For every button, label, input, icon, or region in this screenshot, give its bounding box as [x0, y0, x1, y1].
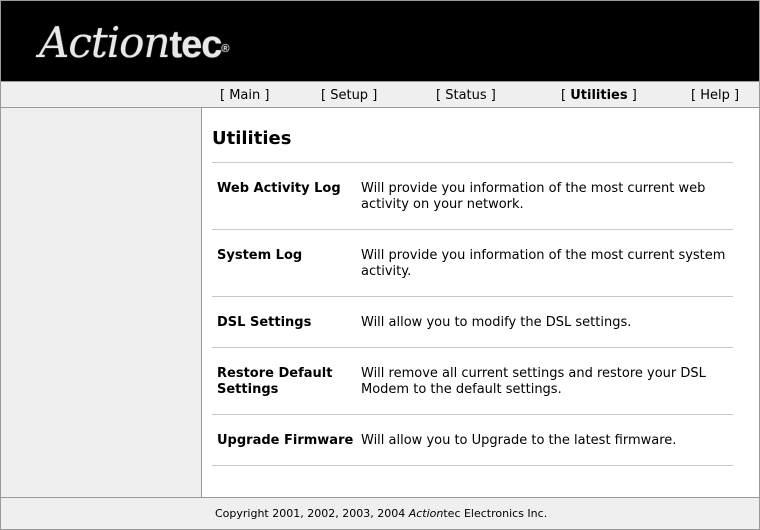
utility-description: Will provide you information of the most… [361, 181, 736, 213]
divider [212, 296, 733, 297]
restore-default-settings-link[interactable]: Restore Default Settings [217, 366, 357, 398]
upgrade-firmware-link[interactable]: Upgrade Firmware [217, 433, 357, 449]
top-nav: [ Main ] [ Setup ] [ Status ] [ Utilitie… [1, 81, 759, 108]
utility-description-line: Will remove all current settings and res… [361, 366, 706, 381]
utility-description-line: Will allow you to Upgrade to the latest … [361, 433, 677, 448]
nav-main-link[interactable]: [ Main ] [220, 88, 269, 103]
divider [212, 414, 733, 415]
utility-description-line: activity on your network. [361, 197, 524, 212]
utility-name: Upgrade Firmware [217, 433, 354, 448]
copyright-brand: Action [408, 507, 444, 520]
logo-plain-part: tec [169, 24, 223, 66]
header: Actiontec® [1, 1, 759, 81]
nav-setup-label: Setup [330, 88, 369, 103]
main-content: Utilities Web Activity Log Will provide … [202, 108, 758, 497]
nav-utilities-label: Utilities [570, 88, 628, 103]
actiontec-logo: Actiontec® [39, 18, 230, 70]
utility-description-line: Will provide you information of the most… [361, 248, 726, 263]
web-activity-log-link[interactable]: Web Activity Log [217, 181, 357, 197]
registered-mark: ® [221, 43, 230, 55]
utility-description-line: Will provide you information of the most… [361, 181, 706, 196]
copyright-suffix: tec Electronics Inc. [443, 507, 548, 520]
dsl-settings-link[interactable]: DSL Settings [217, 315, 357, 331]
logo-script-part: Action [39, 18, 170, 67]
divider [212, 229, 733, 230]
utility-description: Will allow you to modify the DSL setting… [361, 315, 736, 331]
copyright-text: Copyright 2001, 2002, 2003, 2004 Actiont… [215, 507, 547, 520]
copyright-prefix: Copyright 2001, 2002, 2003, 2004 [215, 507, 409, 520]
page-title: Utilities [212, 128, 292, 149]
utility-description: Will remove all current settings and res… [361, 366, 736, 398]
nav-status-link[interactable]: [ Status ] [436, 88, 496, 103]
utility-name: Web Activity Log [217, 181, 341, 196]
left-sidebar [1, 108, 202, 497]
utility-name: Settings [217, 382, 279, 397]
divider [212, 465, 733, 466]
nav-status-label: Status [445, 88, 487, 103]
nav-setup-link[interactable]: [ Setup ] [321, 88, 377, 103]
divider [212, 162, 733, 163]
nav-help-link[interactable]: [ Help ] [691, 88, 739, 103]
utility-description: Will allow you to Upgrade to the latest … [361, 433, 736, 449]
utility-description-line: Modem to the default settings. [361, 382, 562, 397]
utility-description: Will provide you information of the most… [361, 248, 736, 280]
utility-name: Restore Default [217, 366, 333, 381]
nav-main-label: Main [229, 88, 261, 103]
footer: Copyright 2001, 2002, 2003, 2004 Actiont… [1, 497, 759, 529]
nav-utilities-link[interactable]: [ Utilities ] [561, 88, 637, 103]
utility-name: System Log [217, 248, 303, 263]
utility-description-line: activity. [361, 264, 412, 279]
utility-description-line: Will allow you to modify the DSL setting… [361, 315, 632, 330]
system-log-link[interactable]: System Log [217, 248, 357, 264]
divider [212, 347, 733, 348]
nav-help-label: Help [700, 88, 730, 103]
utility-name: DSL Settings [217, 315, 312, 330]
